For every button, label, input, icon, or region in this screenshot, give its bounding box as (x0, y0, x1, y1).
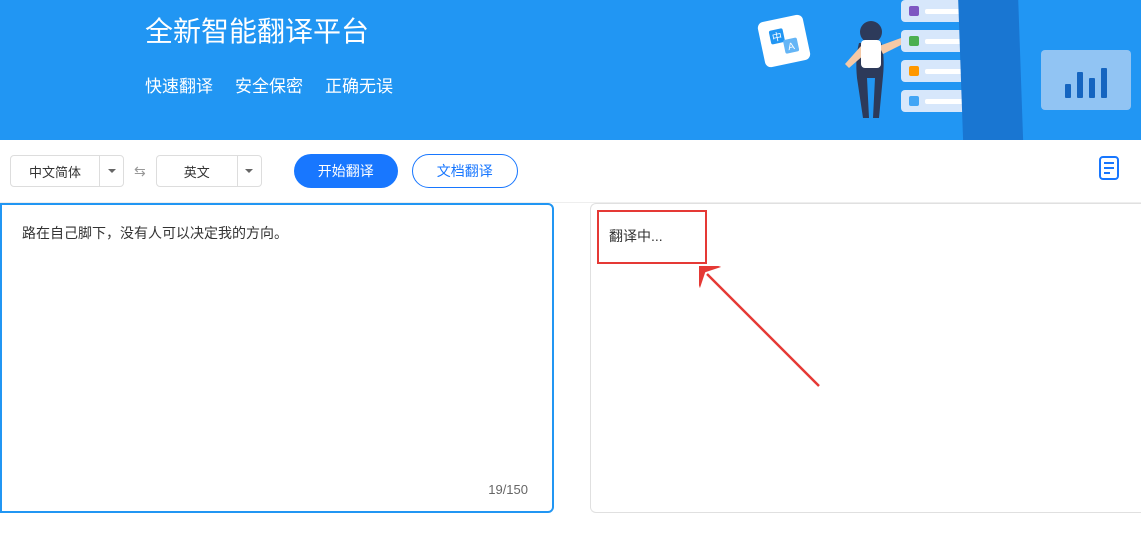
person-icon (843, 18, 903, 138)
chevron-down-icon[interactable] (237, 156, 261, 186)
translation-panels: 路在自己脚下，没有人可以决定我的方向。 19/150 翻译中... (0, 203, 1141, 513)
source-language-label: 中文简体 (11, 156, 99, 186)
chevron-down-icon[interactable] (99, 156, 123, 186)
hero-banner: 全新智能翻译平台 快速翻译 安全保密 正确无误 中A (0, 0, 1141, 140)
toolbar: 中文简体 ⇆ 英文 开始翻译 文档翻译 (0, 140, 1141, 203)
document-translate-button[interactable]: 文档翻译 (412, 154, 518, 188)
target-text-panel: 翻译中... (590, 203, 1141, 513)
hero-sub-fast: 快速翻译 (145, 72, 213, 97)
source-language-select[interactable]: 中文简体 (10, 155, 124, 187)
translate-badge-icon: 中A (757, 14, 812, 69)
start-translate-button[interactable]: 开始翻译 (294, 154, 398, 188)
source-text[interactable]: 路在自己脚下，没有人可以决定我的方向。 (22, 223, 532, 243)
hero-sub-accurate: 正确无误 (325, 72, 393, 97)
source-text-panel[interactable]: 路在自己脚下，没有人可以决定我的方向。 19/150 (0, 203, 554, 513)
stats-card-icon (1041, 50, 1131, 110)
target-language-label: 英文 (157, 156, 237, 186)
swap-languages-icon[interactable]: ⇆ (134, 163, 146, 180)
target-language-select[interactable]: 英文 (156, 155, 262, 187)
character-count: 19/150 (488, 482, 528, 497)
phone-panel-icon (958, 0, 1024, 140)
hero-illustration: 中A (581, 0, 1141, 140)
translation-status: 翻译中... (609, 226, 663, 246)
annotation-arrow-icon (699, 266, 829, 396)
history-icon[interactable] (1095, 154, 1123, 182)
hero-sub-secure: 安全保密 (235, 72, 303, 97)
